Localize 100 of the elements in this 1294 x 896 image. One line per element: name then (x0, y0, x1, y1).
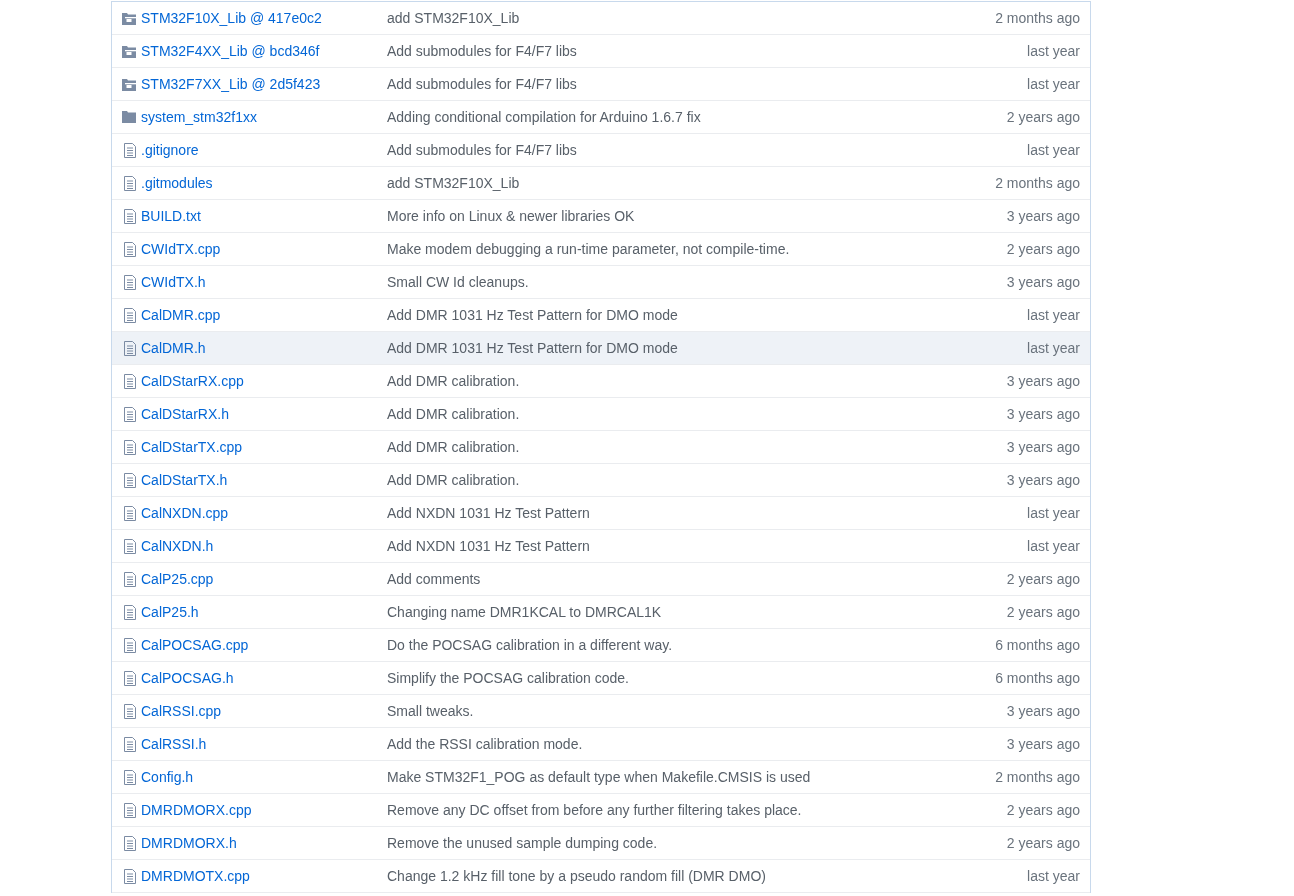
file-icon (124, 373, 136, 389)
file-link[interactable]: CalDMR.cpp (141, 304, 387, 326)
file-link[interactable]: STM32F7XX_Lib @ 2d5f423 (141, 73, 387, 95)
commit-message[interactable]: Adding conditional compilation for Arduino 1.6.7 fix (387, 106, 1007, 128)
file-icon (124, 307, 136, 323)
file-icon (124, 835, 136, 851)
file-link[interactable]: .gitignore (141, 139, 387, 161)
file-link[interactable]: CalPOCSAG.cpp (141, 634, 387, 656)
submodule-folder-icon (122, 44, 136, 58)
commit-message[interactable]: Add DMR calibration. (387, 403, 1007, 425)
file-link[interactable]: CalP25.cpp (141, 568, 387, 590)
file-icon (124, 703, 136, 719)
file-link[interactable]: Config.h (141, 766, 387, 788)
commit-age: 2 years ago (1006, 569, 1081, 589)
file-icon (124, 538, 136, 554)
file-icon (124, 175, 136, 191)
commit-message[interactable]: Add NXDN 1031 Hz Test Pattern (387, 535, 1028, 557)
file-icon (124, 637, 136, 653)
file-link[interactable]: CWIdTX.h (141, 271, 387, 293)
commit-message[interactable]: Remove the unused sample dumping code. (387, 832, 1007, 854)
file-link[interactable]: CalDStarRX.h (141, 403, 387, 425)
submodule-folder-icon (122, 77, 136, 91)
commit-age: 2 months ago (995, 173, 1081, 193)
file-icon (124, 406, 136, 422)
commit-message[interactable]: More info on Linux & newer libraries OK (387, 205, 1007, 227)
file-link[interactable]: CalDStarRX.cpp (141, 370, 387, 392)
commit-message[interactable]: Do the POCSAG calibration in a different way. (387, 634, 996, 656)
file-link[interactable]: STM32F4XX_Lib @ bcd346f (141, 40, 387, 62)
commit-age: 2 years ago (1006, 107, 1081, 127)
commit-age: 3 years ago (1006, 734, 1081, 754)
file-icon (124, 142, 136, 158)
commit-message[interactable]: Small CW Id cleanups. (387, 271, 1007, 293)
commit-message[interactable]: Make modem debugging a run-time parameter, not compile-time. (387, 238, 1007, 260)
commit-age: 6 months ago (995, 635, 1081, 655)
file-row[interactable]: CalDMR.h Add DMR 1031 Hz Test Pattern for DMO mode last year (112, 332, 1090, 365)
file-link[interactable]: CalDMR.h (141, 337, 387, 359)
file-icon (124, 769, 136, 785)
file-icon (124, 868, 136, 884)
file-icon (124, 274, 136, 290)
file-icon (124, 241, 136, 257)
file-link[interactable]: system_stm32f1xx (141, 106, 387, 128)
commit-message[interactable]: Changing name DMR1KCAL to DMRCAL1K (387, 601, 1007, 623)
commit-message[interactable]: Remove any DC offset from before any further filtering takes place. (387, 799, 1007, 821)
file-link[interactable]: CalDStarTX.h (141, 469, 387, 491)
commit-message[interactable]: add STM32F10X_Lib (387, 7, 996, 29)
file-link[interactable]: BUILD.txt (141, 205, 387, 227)
commit-message[interactable]: Add submodules for F4/F7 libs (387, 73, 1028, 95)
commit-age: 2 months ago (995, 8, 1081, 28)
commit-message[interactable]: Make STM32F1_POG as default type when Makefile.CMSIS is used (387, 766, 996, 788)
file-icon (124, 802, 136, 818)
folder-icon (122, 111, 136, 123)
file-link[interactable]: DMRDMOTX.cpp (141, 865, 387, 887)
commit-age: 3 years ago (1006, 272, 1081, 292)
file-link[interactable]: DMRDMORX.cpp (141, 799, 387, 821)
file-link[interactable]: CalNXDN.h (141, 535, 387, 557)
commit-message[interactable]: add STM32F10X_Lib (387, 172, 996, 194)
commit-age: 3 years ago (1006, 701, 1081, 721)
commit-age: last year (1027, 338, 1081, 358)
commit-age: last year (1027, 536, 1081, 556)
commit-message[interactable]: Add DMR calibration. (387, 436, 1007, 458)
file-link[interactable]: CalRSSI.h (141, 733, 387, 755)
commit-message[interactable]: Add comments (387, 568, 1007, 590)
commit-message[interactable]: Add submodules for F4/F7 libs (387, 40, 1028, 62)
file-link[interactable]: CalP25.h (141, 601, 387, 623)
file-icon (124, 505, 136, 521)
commit-age: last year (1027, 140, 1081, 160)
submodule-folder-icon (122, 11, 136, 25)
commit-age: 3 years ago (1006, 437, 1081, 457)
file-icon (124, 340, 136, 356)
commit-message[interactable]: Simplify the POCSAG calibration code. (387, 667, 996, 689)
commit-age: last year (1027, 866, 1081, 886)
commit-age: last year (1027, 41, 1081, 61)
commit-age: 2 years ago (1006, 239, 1081, 259)
file-icon (124, 670, 136, 686)
file-link[interactable]: CalPOCSAG.h (141, 667, 387, 689)
file-link[interactable]: CWIdTX.cpp (141, 238, 387, 260)
file-icon (124, 439, 136, 455)
commit-message[interactable]: Add submodules for F4/F7 libs (387, 139, 1028, 161)
file-link[interactable]: CalNXDN.cpp (141, 502, 387, 524)
commit-age: 3 years ago (1006, 404, 1081, 424)
commit-age: 2 years ago (1006, 800, 1081, 820)
file-link[interactable]: .gitmodules (141, 172, 387, 194)
file-link[interactable]: STM32F10X_Lib @ 417e0c2 (141, 7, 387, 29)
commit-age: 6 months ago (995, 668, 1081, 688)
commit-age: last year (1027, 503, 1081, 523)
commit-message[interactable]: Change 1.2 kHz fill tone by a pseudo random fill (DMR DMO) (387, 865, 1028, 887)
commit-age: 3 years ago (1006, 470, 1081, 490)
commit-age: 2 years ago (1006, 833, 1081, 853)
commit-message[interactable]: Add the RSSI calibration mode. (387, 733, 1007, 755)
commit-age: 2 months ago (995, 767, 1081, 787)
file-link[interactable]: DMRDMORX.h (141, 832, 387, 854)
commit-message[interactable]: Add DMR 1031 Hz Test Pattern for DMO mode (387, 337, 1028, 359)
commit-message[interactable]: Add DMR calibration. (387, 469, 1007, 491)
commit-message[interactable]: Add DMR calibration. (387, 370, 1007, 392)
commit-message[interactable]: Add NXDN 1031 Hz Test Pattern (387, 502, 1028, 524)
commit-message[interactable]: Add DMR 1031 Hz Test Pattern for DMO mode (387, 304, 1028, 326)
commit-age: 2 years ago (1006, 602, 1081, 622)
commit-message[interactable]: Small tweaks. (387, 700, 1007, 722)
file-link[interactable]: CalDStarTX.cpp (141, 436, 387, 458)
file-link[interactable]: CalRSSI.cpp (141, 700, 387, 722)
